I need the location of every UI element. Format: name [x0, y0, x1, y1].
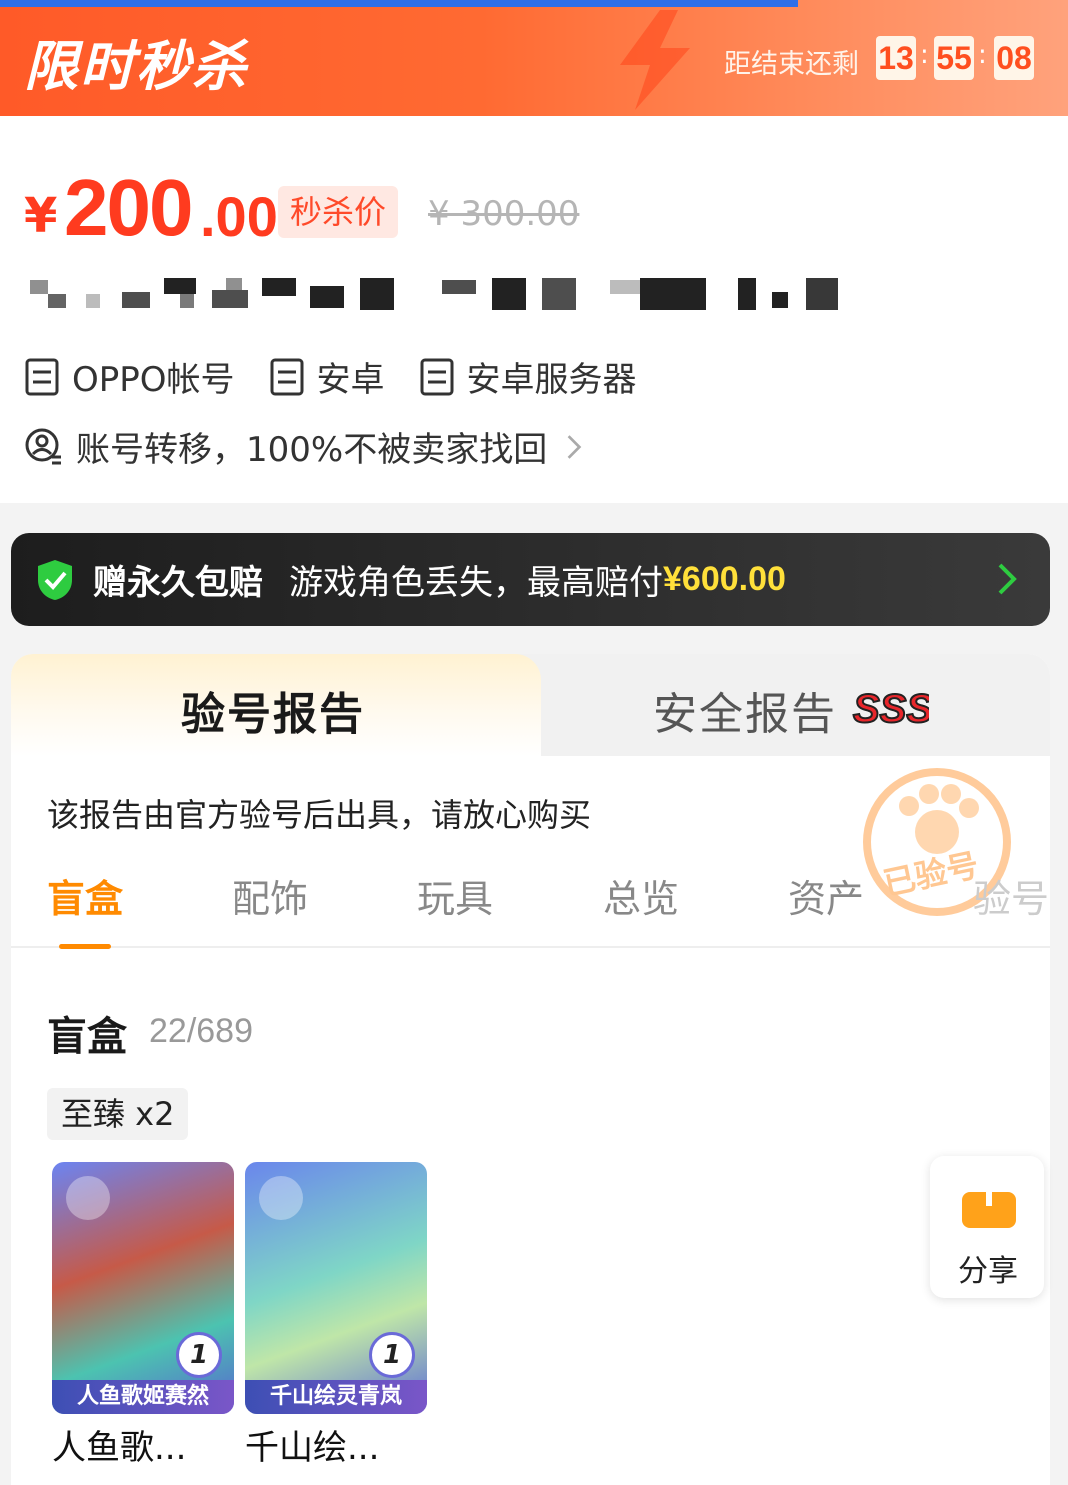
- subtab-accessories[interactable]: 配饰: [232, 868, 308, 923]
- item-caption: 人鱼歌姬赛然: [52, 1380, 234, 1414]
- download-icon: [259, 1176, 303, 1220]
- item-count-badge: 1: [176, 1332, 222, 1378]
- rarity-chip[interactable]: 至臻 x2: [47, 1088, 189, 1140]
- flash-sale-banner: 限时秒杀 距结束还剩 13 : 55 : 08: [0, 0, 1068, 116]
- subtab-blindbox[interactable]: 盲盒: [47, 868, 123, 923]
- transfer-text: 账号转移，100%不被卖家找回: [76, 430, 548, 470]
- document-icon: [420, 358, 454, 395]
- tab-security-report[interactable]: 安全报告 SSS: [541, 654, 1050, 756]
- subtab-toys[interactable]: 玩具: [417, 868, 493, 923]
- transfer-info-link[interactable]: 账号转移，100%不被卖家找回: [24, 422, 583, 471]
- report-note: 该报告由官方验号后出具，请放心购买: [47, 796, 592, 834]
- tab-label: 验号报告: [181, 689, 365, 740]
- guarantee-text: 游戏角色丢失，最高赔付: [289, 563, 663, 603]
- section-title: 盲盒: [47, 1014, 127, 1060]
- countdown-label: 距结束还剩: [724, 49, 859, 80]
- tag-label: 安卓: [316, 360, 385, 400]
- original-price: ¥ 300.00: [428, 194, 580, 234]
- report-body: 该报告由官方验号后出具，请放心购买 已验号 盲盒 配饰 玩具 总览 资产 验号 …: [11, 756, 1050, 1485]
- tag-label: 安卓服务器: [466, 360, 637, 400]
- item-name: 人鱼歌...: [52, 1428, 187, 1468]
- guarantee-banner[interactable]: 赠永久包赔 游戏角色丢失，最高赔付 ¥600.00: [11, 533, 1050, 626]
- share-label: 分享: [958, 1254, 1018, 1289]
- flash-sale-title: 限时秒杀: [24, 35, 248, 98]
- category-subtabs: 盲盒 配饰 玩具 总览 资产 验号: [11, 860, 1050, 949]
- product-info: ¥ 200 .00 秒杀价 ¥ 300.00 OPPO帐号 安卓 安卓服务器 账…: [0, 116, 1068, 503]
- svg-text:SSS: SSS: [853, 687, 929, 731]
- price-integer: 200: [64, 163, 193, 252]
- item-image: 1 千山绘灵青岚: [245, 1162, 427, 1414]
- pixelated-title: [30, 276, 850, 312]
- document-icon: [270, 358, 304, 395]
- countdown-hours: 13: [876, 36, 916, 80]
- user-transfer-icon: [25, 428, 61, 464]
- account-tag: 安卓: [269, 352, 385, 401]
- blindbox-item[interactable]: 1 人鱼歌姬赛然 人鱼歌...: [52, 1162, 234, 1469]
- item-name: 千山绘...: [245, 1428, 380, 1468]
- chevron-right-icon: [998, 563, 1017, 595]
- account-tags: OPPO帐号 安卓 安卓服务器: [24, 352, 637, 401]
- item-caption: 千山绘灵青岚: [245, 1380, 427, 1414]
- tag-label: OPPO帐号: [72, 360, 235, 400]
- sss-rating-icon: SSS: [852, 686, 929, 732]
- subtab-assets[interactable]: 资产: [788, 868, 864, 923]
- countdown-separator: :: [920, 40, 929, 70]
- blindbox-item[interactable]: 1 千山绘灵青岚 千山绘...: [245, 1162, 427, 1469]
- shield-check-icon: [38, 559, 72, 600]
- lightning-icon: [620, 10, 690, 110]
- share-icon: [962, 1171, 1016, 1228]
- section-count: 22/689: [149, 1012, 253, 1050]
- download-icon: [66, 1176, 110, 1220]
- account-tag: OPPO帐号: [24, 352, 235, 401]
- subtab-overview[interactable]: 总览: [603, 868, 679, 923]
- share-button[interactable]: 分享: [930, 1156, 1044, 1298]
- report-tabs: 验号报告 安全报告 SSS: [11, 654, 1050, 756]
- tab-inspection-report[interactable]: 验号报告: [11, 654, 541, 756]
- item-count-badge: 1: [369, 1332, 415, 1378]
- active-tab-indicator: [59, 944, 111, 949]
- chevron-right-icon: [567, 434, 582, 459]
- subtab-verification[interactable]: 验号: [973, 868, 1049, 923]
- countdown-separator: :: [978, 40, 987, 70]
- item-image: 1 人鱼歌姬赛然: [52, 1162, 234, 1414]
- price-currency: ¥: [24, 188, 58, 244]
- price-decimal: .00: [200, 185, 278, 248]
- progress-bar: [0, 0, 798, 7]
- countdown-seconds: 08: [994, 36, 1034, 80]
- report-card: 验号报告 安全报告 SSS 该报告由官方验号后出具，请放心购买 已验号 盲盒 配…: [11, 654, 1050, 1485]
- guarantee-amount: ¥600.00: [663, 560, 786, 598]
- document-icon: [25, 358, 59, 395]
- countdown-minutes: 55: [934, 36, 974, 80]
- flash-price-tag: 秒杀价: [278, 186, 399, 238]
- account-tag: 安卓服务器: [419, 352, 637, 401]
- tab-label: 安全报告: [653, 689, 837, 740]
- guarantee-title: 赠永久包赔: [93, 563, 263, 603]
